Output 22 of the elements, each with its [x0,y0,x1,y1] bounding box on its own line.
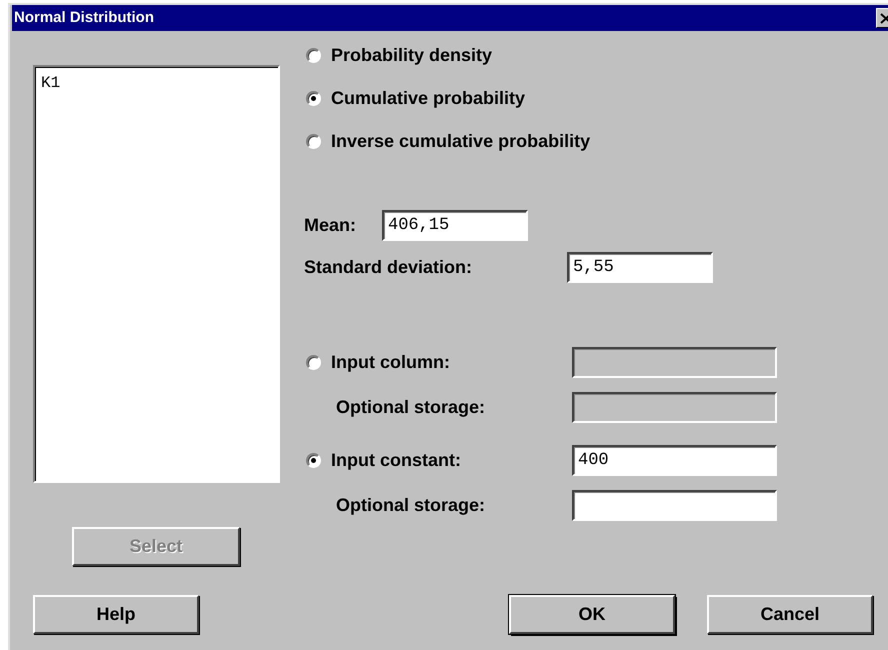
radio-label[interactable]: Cumulative probability [331,85,526,112]
field-label: Optional storage: [335,494,486,517]
field-label: Mean: [304,214,358,237]
input-field[interactable]: 400 [572,445,777,476]
radio-label[interactable]: Input constant: [331,447,461,474]
standard-deviation-field[interactable]: 5,55 [567,252,713,283]
dialog-button[interactable]: Cancel [707,595,873,634]
dialog-button[interactable]: OK [509,595,675,634]
field-label: Standard deviation: [304,256,474,279]
radio-button[interactable] [306,453,321,468]
radio-button[interactable] [306,134,321,149]
radio-button[interactable] [306,48,321,63]
radio-button[interactable] [306,91,321,106]
radio-label[interactable]: Probability density [331,42,492,69]
storage-field[interactable] [572,490,777,521]
mean-field[interactable]: 406,15 [382,210,528,241]
list-item[interactable]: K1 [41,71,272,95]
field-label: Optional storage: [335,396,486,419]
dialog-button[interactable]: Help [33,595,199,634]
window-title: Normal Distribution [14,8,154,28]
radio-label[interactable]: Inverse cumulative probability [331,128,590,155]
variable-list[interactable]: K1 [33,65,280,483]
